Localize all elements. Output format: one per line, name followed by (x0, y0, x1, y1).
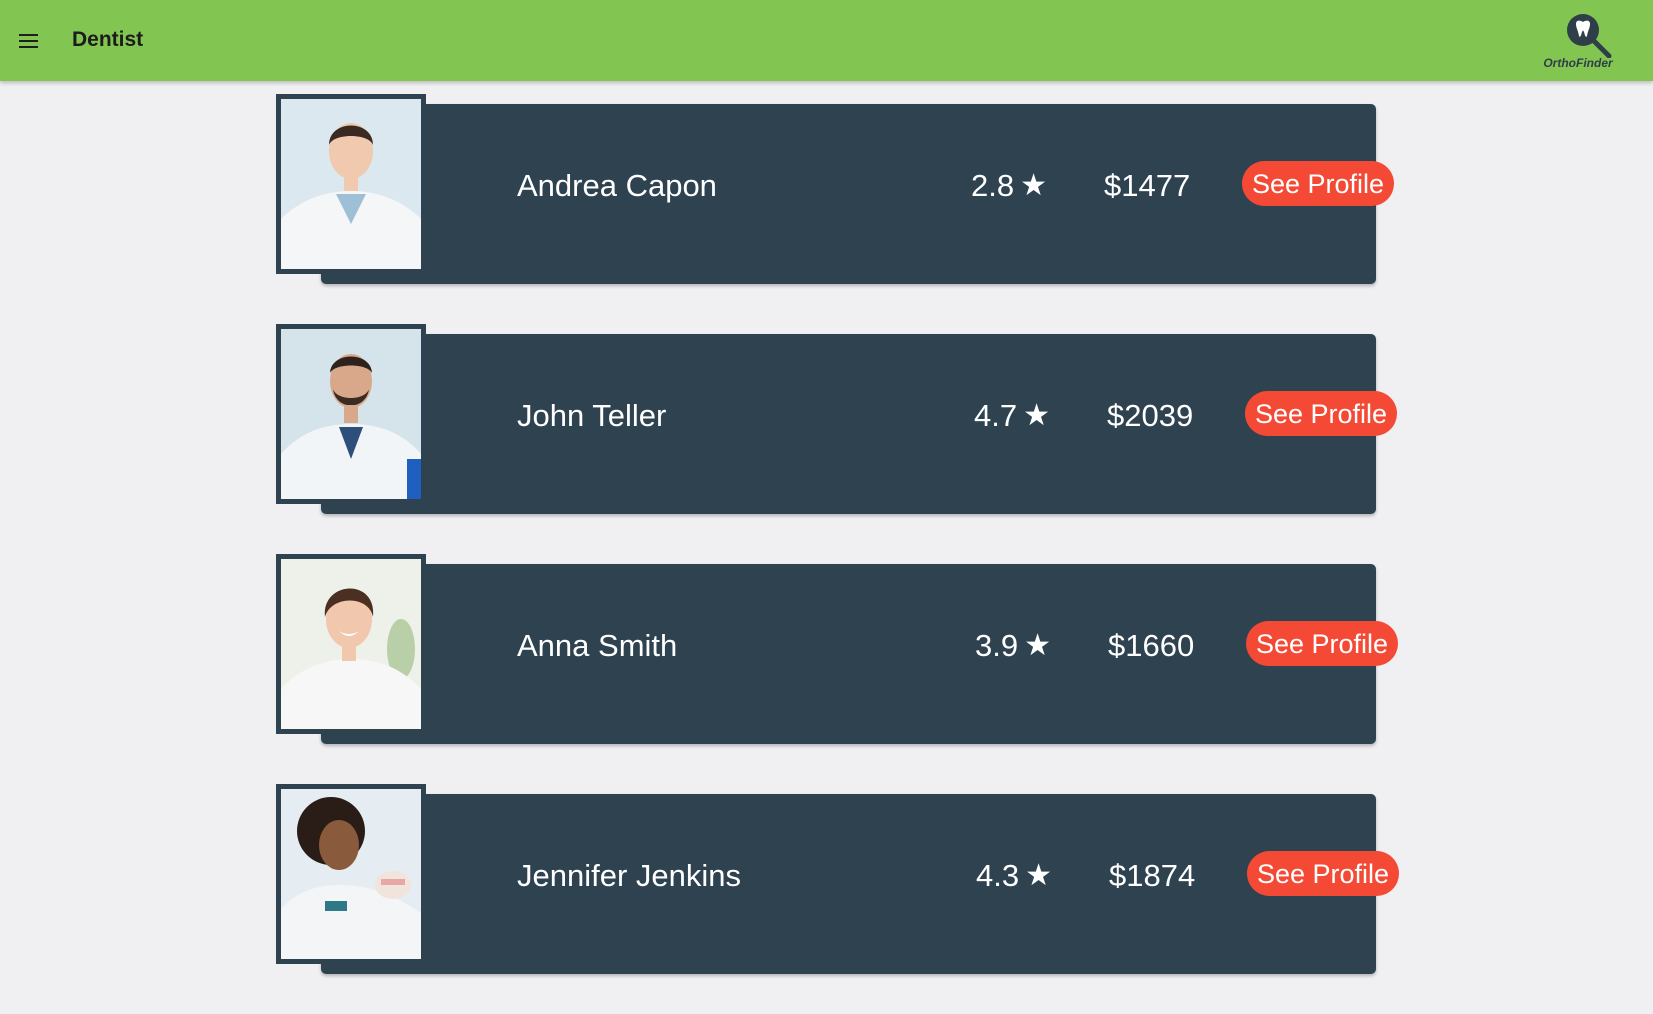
orthofinder-logo[interactable]: OrthoFinder (1523, 12, 1633, 74)
dentist-card: John Teller 4.7 ★ $2039 See Profile (276, 324, 1397, 514)
app-bar: Dentist OrthoFinder (0, 0, 1653, 81)
dentist-rating: 4.3 ★ (976, 858, 1052, 894)
dentist-photo (276, 94, 426, 274)
dentist-card-body: Andrea Capon 2.8 ★ $1477 See Profile (321, 104, 1394, 284)
dentist-card-body: John Teller 4.7 ★ $2039 See Profile (321, 334, 1397, 514)
see-profile-button[interactable]: See Profile (1245, 391, 1397, 436)
rating-value: 4.7 (974, 398, 1018, 433)
rating-value: 3.9 (975, 628, 1019, 663)
dentist-card: Anna Smith 3.9 ★ $1660 See Profile (276, 554, 1398, 744)
see-profile-button[interactable]: See Profile (1242, 161, 1394, 206)
see-profile-button[interactable]: See Profile (1247, 851, 1399, 896)
dentist-rating: 2.8 ★ (971, 168, 1047, 204)
dentist-photo (276, 784, 426, 964)
dentist-price: $1477 (1104, 168, 1191, 203)
logo-text: OrthoFinder (1543, 56, 1613, 70)
dentist-photo (276, 554, 426, 734)
dentist-list: Andrea Capon 2.8 ★ $1477 See Profile John… (276, 94, 1399, 1014)
page-title: Dentist (72, 28, 144, 51)
see-profile-button[interactable]: See Profile (1246, 621, 1398, 666)
dentist-card: Jennifer Jenkins 4.3 ★ $1874 See Profile (276, 784, 1399, 974)
dentist-card-body: Jennifer Jenkins 4.3 ★ $1874 See Profile (321, 794, 1399, 974)
dentist-name: John Teller (517, 398, 667, 433)
dentist-name: Andrea Capon (517, 168, 717, 203)
dentist-card-body: Anna Smith 3.9 ★ $1660 See Profile (321, 564, 1398, 744)
hamburger-menu-icon[interactable] (14, 26, 44, 56)
dentist-name: Jennifer Jenkins (517, 858, 742, 893)
star-icon: ★ (1025, 859, 1053, 892)
dentist-card: Andrea Capon 2.8 ★ $1477 See Profile (276, 94, 1394, 284)
star-icon: ★ (1023, 399, 1051, 432)
rating-value: 2.8 (971, 168, 1015, 203)
dentist-rating: 4.7 ★ (974, 398, 1050, 434)
dentist-price: $1874 (1109, 858, 1196, 893)
rating-value: 4.3 (976, 858, 1020, 893)
dentist-rating: 3.9 ★ (975, 628, 1051, 664)
tooth-magnifier-icon (1567, 14, 1612, 58)
dentist-price: $2039 (1107, 398, 1194, 433)
dentist-name: Anna Smith (517, 628, 678, 663)
dentist-photo (276, 324, 426, 504)
star-icon: ★ (1024, 629, 1052, 662)
star-icon: ★ (1020, 169, 1048, 202)
dentist-price: $1660 (1108, 628, 1195, 663)
